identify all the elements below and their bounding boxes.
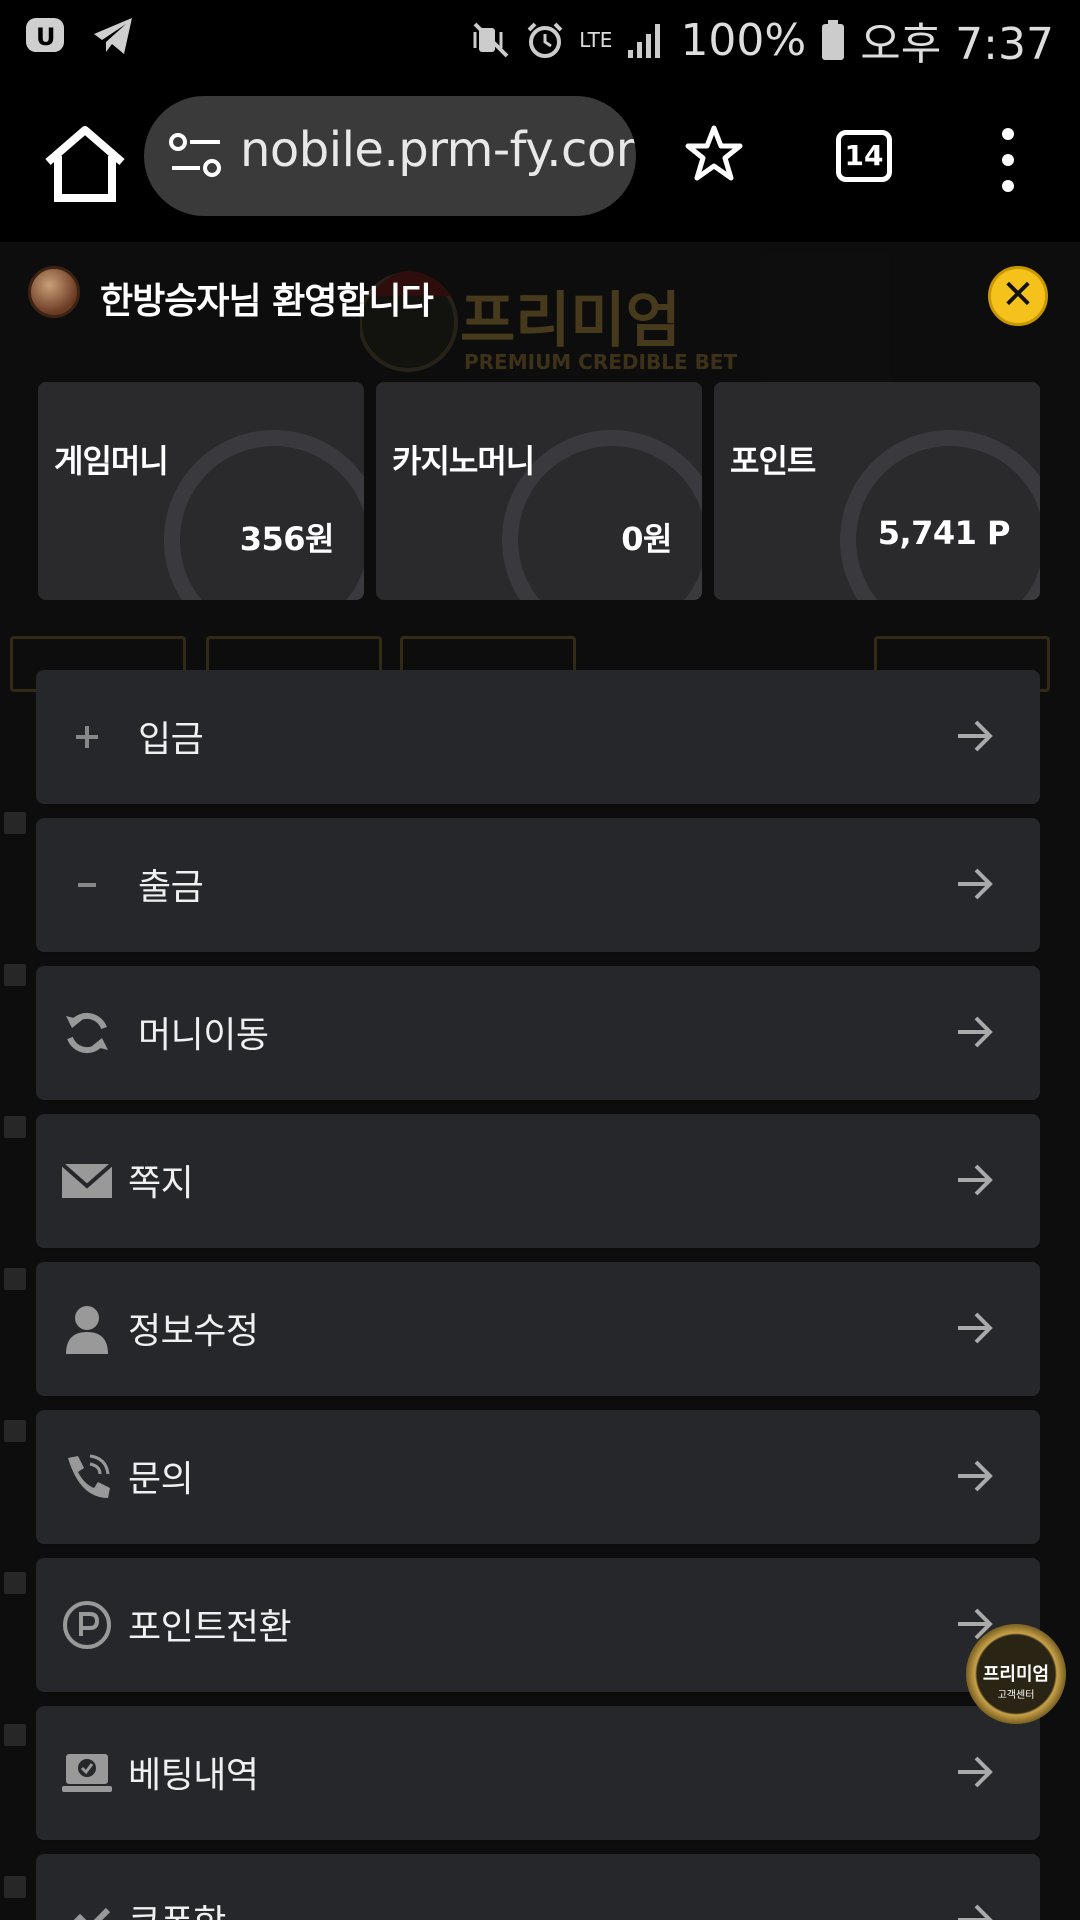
side-menu-header: 한방승자님 환영합니다 [0, 242, 1080, 402]
arrow-right-icon [958, 868, 993, 900]
url-bar[interactable]: nobile.prm-fy.com [144, 96, 636, 216]
refresh-icon [66, 1012, 108, 1054]
more-options-icon[interactable] [988, 124, 1028, 196]
balance-label: 포인트 [730, 442, 816, 480]
customer-service-badge[interactable]: 프리미엄 고객센터 [966, 1624, 1066, 1724]
balance-card-casino-money: 카지노머니 0원 [376, 382, 702, 600]
battery-percent: 100% [680, 14, 807, 66]
level-medal-icon [28, 266, 80, 318]
balance-card-points: 포인트 5,741 P [714, 382, 1040, 600]
bookmark-star-icon[interactable] [684, 124, 744, 184]
menu-item-label: 입금 [138, 719, 204, 760]
status-right: LTE 100% 오후 7:37 [471, 8, 1054, 72]
menu-item-point-exchange[interactable]: 포인트전환 [36, 1558, 1040, 1692]
menu-item-label: 포인트전환 [128, 1607, 292, 1648]
user-icon [66, 1306, 108, 1354]
menu-item-edit-profile[interactable]: 정보수정 [36, 1262, 1040, 1396]
menu-item-label: 출금 [138, 867, 204, 908]
browser-toolbar: nobile.prm-fy.com 14 [0, 72, 1080, 242]
coupon-icon [73, 1907, 111, 1920]
menu-item-coupons[interactable]: 쿠폰함 [36, 1854, 1040, 1920]
url-text: nobile.prm-fy.com [240, 122, 636, 178]
arrow-right-icon [958, 1164, 993, 1196]
battery-icon [822, 20, 845, 60]
telegram-icon [94, 18, 132, 54]
arrow-right-icon [958, 1756, 993, 1788]
menu-item-label: 베팅내역 [128, 1755, 259, 1796]
cs-badge-title: 프리미엄 [982, 1664, 1050, 1685]
app-notification-icon: U [26, 18, 64, 52]
arrow-right-icon [958, 1312, 993, 1344]
envelope-icon [60, 1162, 114, 1198]
arrow-right-icon [958, 1904, 993, 1920]
close-menu-button[interactable]: ✕ [988, 266, 1048, 326]
plus-icon [76, 726, 98, 748]
minus-icon [78, 883, 96, 887]
arrow-right-icon [958, 1016, 993, 1048]
clock: 오후 7:37 [860, 19, 1054, 70]
arrow-right-icon [958, 720, 993, 752]
status-left-icons: U [24, 14, 136, 58]
balance-card-game-money: 게임머니 356원 [38, 382, 364, 600]
balance-value: 0원 [621, 520, 672, 558]
menu-item-label: 쿠폰함 [128, 1894, 226, 1920]
balance-cards: 게임머니 356원 카지노머니 0원 포인트 5,741 P [38, 382, 1042, 600]
arrow-right-icon [958, 1460, 993, 1492]
menu-item-withdraw[interactable]: 출금 [36, 818, 1040, 952]
svg-text:U: U [36, 23, 56, 51]
laptop-check-icon [62, 1754, 112, 1792]
menu-item-money-transfer[interactable]: 머니이동 [36, 966, 1040, 1100]
menu-item-label: 문의 [128, 1459, 194, 1500]
network-type: LTE [579, 28, 613, 52]
vibrate-mute-icon [473, 22, 509, 58]
home-icon[interactable] [40, 124, 130, 204]
menu-item-inquiry[interactable]: 문의 [36, 1410, 1040, 1544]
tab-switcher-button[interactable]: 14 [836, 130, 892, 182]
balance-label: 게임머니 [54, 442, 169, 480]
site-settings-icon[interactable] [168, 132, 224, 180]
menu-item-label: 머니이동 [138, 1015, 269, 1056]
phone-icon [68, 1454, 110, 1498]
signal-icon [628, 24, 661, 58]
balance-label: 카지노머니 [392, 442, 535, 480]
menu-item-label: 정보수정 [128, 1311, 259, 1352]
menu-item-label: 쪽지 [128, 1163, 194, 1204]
point-icon [63, 1601, 111, 1649]
menu-item-deposit[interactable]: 입금 [36, 670, 1040, 804]
welcome-message: 한방승자님 환영합니다 [100, 281, 434, 322]
alarm-icon [527, 22, 563, 58]
menu-item-messages[interactable]: 쪽지 [36, 1114, 1040, 1248]
menu-item-betting-history[interactable]: 베팅내역 [36, 1706, 1040, 1840]
status-bar: U LTE 100% 오후 7:37 [0, 0, 1080, 72]
cs-badge-subtitle: 고객센터 [997, 1690, 1035, 1701]
balance-value: 356원 [239, 520, 335, 558]
balance-value: 5,741 P [877, 514, 1011, 552]
